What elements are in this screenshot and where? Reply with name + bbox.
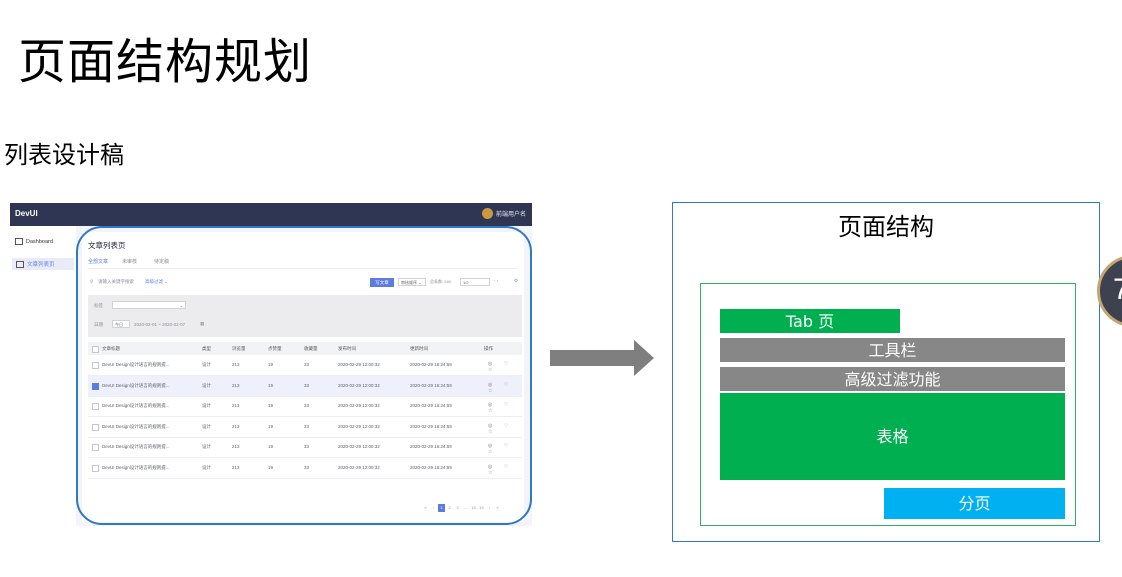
block-pagination: 分页 <box>884 488 1065 519</box>
mockup-username: 前端用户名 <box>495 212 526 218</box>
sidebar-item-label: Dashboard <box>26 238 53 245</box>
mockup-header: DevUI 前端用户名 <box>10 203 532 226</box>
avatar <box>481 208 493 219</box>
mockup-sidebar: Dashboard 文章列表页 <box>10 226 77 526</box>
slide-title: 页面结构规划 <box>18 34 313 90</box>
mockup-highlight-frame <box>76 226 532 525</box>
mockup-user[interactable]: 前端用户名 <box>481 208 526 219</box>
dashboard-icon <box>15 238 23 245</box>
slide-subtitle: 列表设计稿 <box>4 141 124 169</box>
right-arrow-icon <box>550 340 654 376</box>
sidebar-item-label: 文章列表页 <box>27 262 55 268</box>
block-advanced-filter: 高级过滤功能 <box>720 367 1065 391</box>
block-toolbar: 工具栏 <box>720 338 1065 362</box>
block-tab: Tab 页 <box>720 309 900 333</box>
mockup-logo: DevUI <box>15 209 38 218</box>
list-icon <box>16 260 24 268</box>
page-structure-title: 页面结构 <box>838 213 934 241</box>
sidebar-item-dashboard[interactable]: Dashboard <box>15 238 53 245</box>
page-number: 7 <box>1113 273 1122 306</box>
block-table: 表格 <box>720 393 1065 480</box>
sidebar-item-article-list[interactable]: 文章列表页 <box>12 258 74 270</box>
